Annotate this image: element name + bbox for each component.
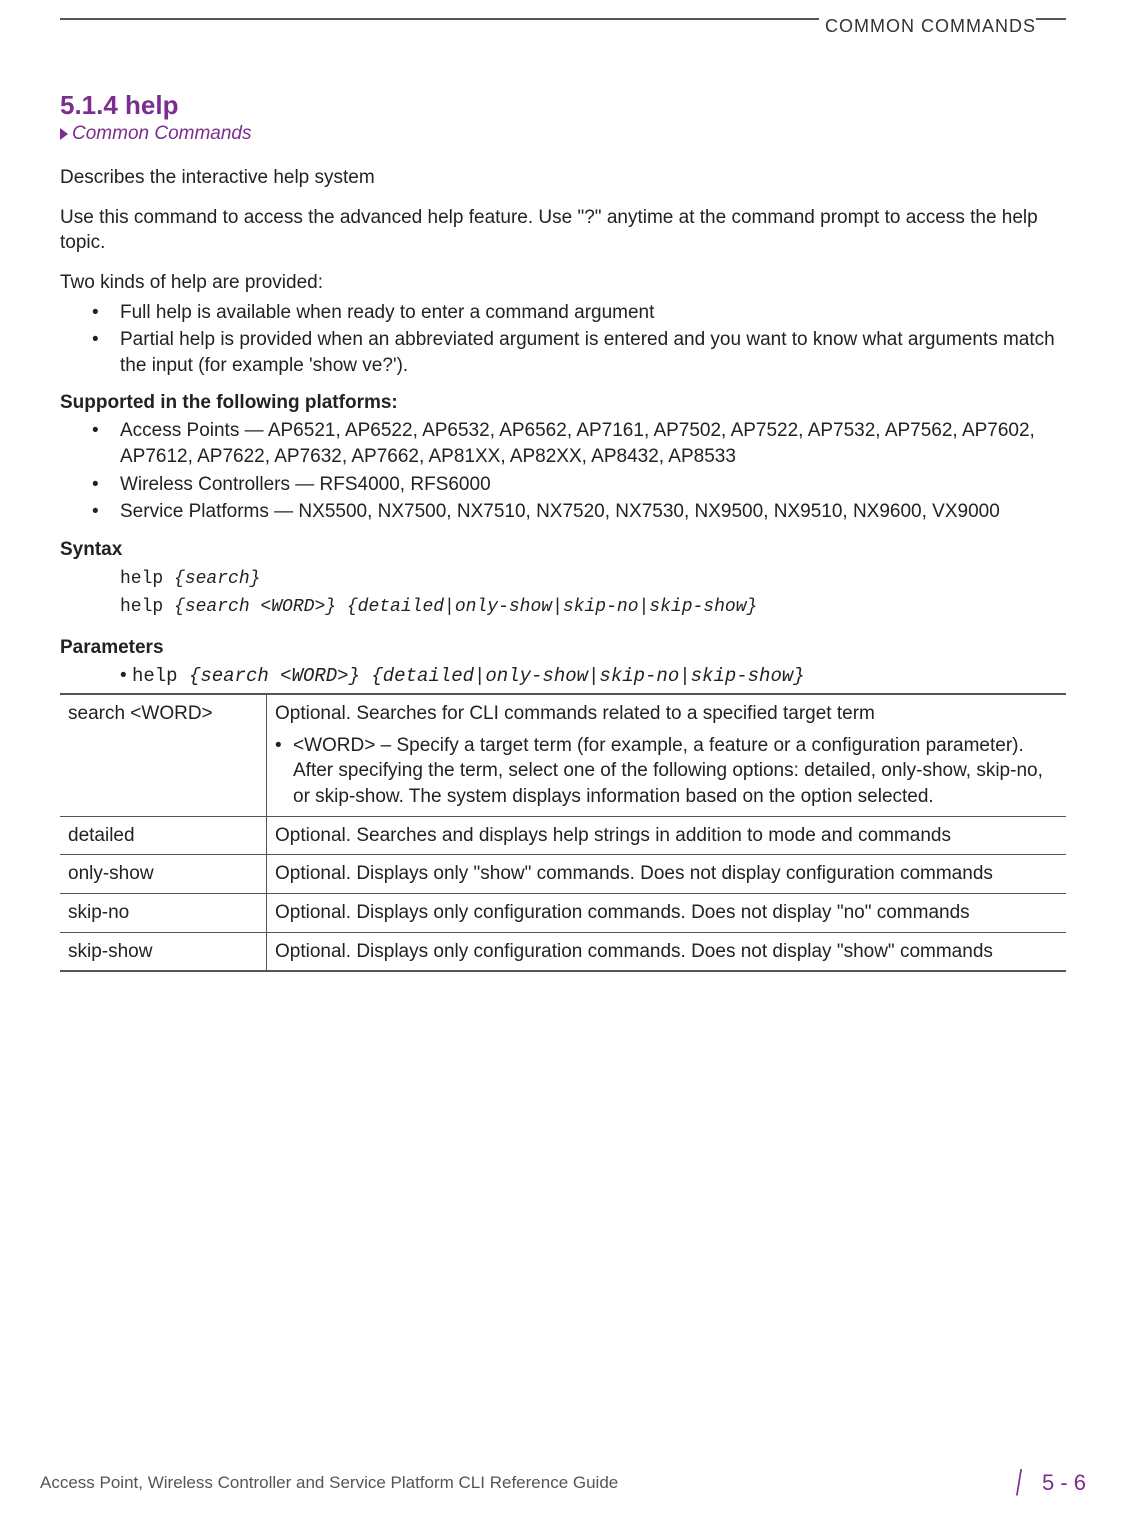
page-number: 5 - 6 bbox=[1042, 1470, 1086, 1496]
code-argument: {search} bbox=[174, 569, 260, 589]
paragraph: Two kinds of help are provided: bbox=[60, 270, 1066, 296]
code-command: help bbox=[132, 665, 189, 687]
param-desc: Optional. Displays only configuration co… bbox=[267, 893, 1067, 932]
syntax-line: help {search <WORD>} {detailed|only-show… bbox=[120, 597, 1066, 617]
param-desc-main: Optional. Searches for CLI commands rela… bbox=[275, 703, 875, 724]
table-row: detailed Optional. Searches and displays… bbox=[60, 816, 1066, 855]
code-command: help bbox=[120, 597, 174, 617]
paragraph: Describes the interactive help system bbox=[60, 165, 1066, 191]
list-item: Wireless Controllers — RFS4000, RFS6000 bbox=[120, 472, 1066, 498]
code-argument: {search <WORD>} {detailed|only-show|skip… bbox=[174, 597, 757, 617]
param-name: search <WORD> bbox=[60, 694, 267, 816]
parameters-intro: • help {search <WORD>} {detailed|only-sh… bbox=[120, 665, 1066, 687]
arrow-right-icon bbox=[60, 128, 68, 140]
param-name: skip-no bbox=[60, 893, 267, 932]
param-desc: Optional. Searches for CLI commands rela… bbox=[267, 694, 1067, 816]
running-head: COMMON COMMANDS bbox=[819, 16, 1036, 37]
list-item: Access Points — AP6521, AP6522, AP6532, … bbox=[120, 418, 1066, 469]
table-row: skip-show Optional. Displays only config… bbox=[60, 932, 1066, 971]
param-name: skip-show bbox=[60, 932, 267, 971]
param-name: detailed bbox=[60, 816, 267, 855]
code-command: help bbox=[120, 569, 174, 589]
list-item: Partial help is provided when an abbrevi… bbox=[120, 327, 1066, 378]
param-desc: Optional. Searches and displays help str… bbox=[267, 816, 1067, 855]
platforms-heading: Supported in the following platforms: bbox=[60, 392, 1066, 414]
breadcrumb: Common Commands bbox=[60, 123, 1066, 145]
footer-doc-title: Access Point, Wireless Controller and Se… bbox=[40, 1473, 618, 1493]
syntax-heading: Syntax bbox=[60, 539, 1066, 561]
breadcrumb-label: Common Commands bbox=[72, 123, 252, 144]
platforms-list: Access Points — AP6521, AP6522, AP6532, … bbox=[60, 418, 1066, 525]
section-heading: 5.1.4 help bbox=[60, 90, 1066, 121]
syntax-line: help {search} bbox=[120, 569, 1066, 589]
table-row: only-show Optional. Displays only "show"… bbox=[60, 855, 1066, 894]
list-item: Full help is available when ready to ent… bbox=[120, 300, 1066, 326]
bullet-prefix: • bbox=[120, 665, 132, 686]
page-footer: Access Point, Wireless Controller and Se… bbox=[40, 1462, 1086, 1504]
param-desc-sub: <WORD> – Specify a target term (for exam… bbox=[275, 733, 1058, 810]
param-desc: Optional. Displays only configuration co… bbox=[267, 932, 1067, 971]
list-item: Service Platforms — NX5500, NX7500, NX75… bbox=[120, 499, 1066, 525]
table-row: search <WORD> Optional. Searches for CLI… bbox=[60, 694, 1066, 816]
param-desc: Optional. Displays only "show" commands.… bbox=[267, 855, 1067, 894]
param-name: only-show bbox=[60, 855, 267, 894]
help-kinds-list: Full help is available when ready to ent… bbox=[60, 300, 1066, 379]
slash-icon: / bbox=[1016, 1462, 1022, 1504]
table-row: skip-no Optional. Displays only configur… bbox=[60, 893, 1066, 932]
paragraph: Use this command to access the advanced … bbox=[60, 205, 1066, 256]
parameters-table: search <WORD> Optional. Searches for CLI… bbox=[60, 693, 1066, 972]
parameters-heading: Parameters bbox=[60, 637, 1066, 659]
code-argument: {search <WORD>} {detailed|only-show|skip… bbox=[189, 665, 805, 687]
